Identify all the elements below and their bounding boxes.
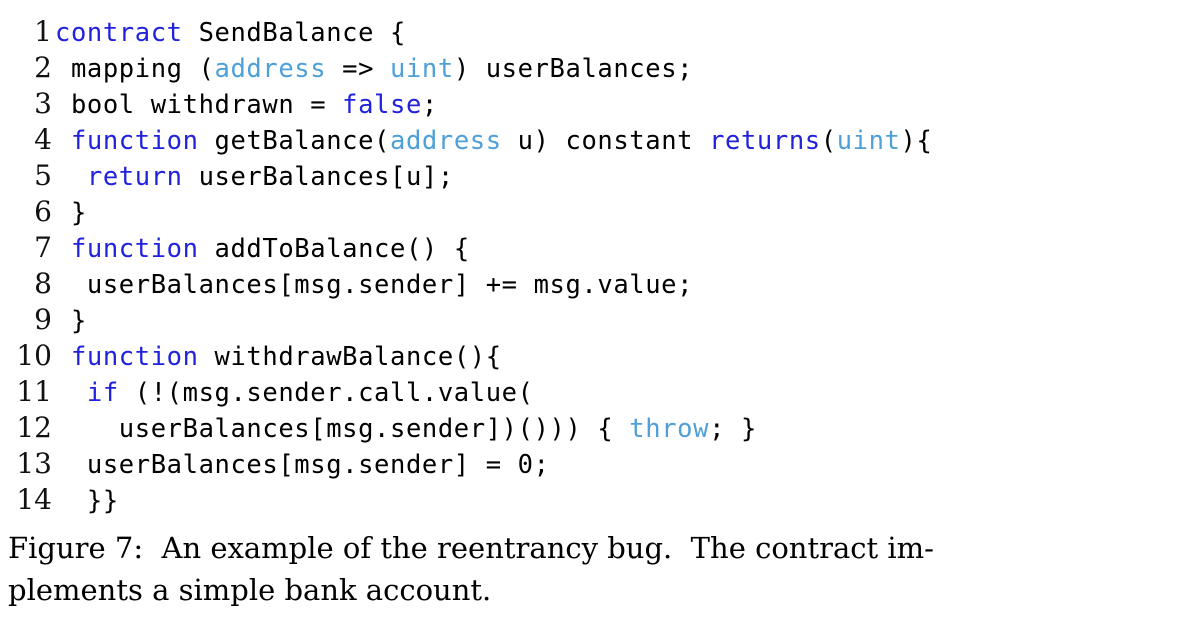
code-token-plain: ; (421, 90, 438, 120)
code-token-plain: userBalances[msg.sender] += msg.value; (55, 270, 694, 300)
code-line: 6 } (6, 194, 1183, 230)
code-token-plain: ( (820, 126, 837, 156)
code-token-kw: function (70, 342, 199, 372)
code-line: 2 mapping (address => uint) userBalances… (6, 50, 1183, 86)
code-token-plain: } (55, 198, 87, 228)
code-token-plain: } (55, 306, 87, 336)
code-text: mapping (address => uint) userBalances; (52, 51, 693, 87)
code-text: } (52, 195, 87, 231)
code-token-type: uint (836, 126, 901, 156)
line-number: 3 (34, 87, 52, 120)
code-token-plain: userBalances[msg.sender])())) { (55, 414, 630, 444)
code-line: 14 }} (6, 482, 1183, 518)
line-number: 7 (34, 231, 52, 264)
code-token-type: address (390, 126, 502, 156)
code-text: userBalances[msg.sender] = 0; (52, 447, 550, 483)
code-line: 4 function getBalance(address u) constan… (6, 122, 1183, 158)
code-token-kw: function (70, 234, 199, 264)
line-number: 13 (16, 447, 52, 480)
code-text: userBalances[msg.sender])())) { throw; } (52, 411, 757, 447)
code-line: 11 if (!(msg.sender.call.value( (6, 374, 1183, 410)
code-line: 9 } (6, 302, 1183, 338)
code-token-plain: }} (55, 486, 119, 516)
figure-container: 1 contract SendBalance {2 mapping (addres… (0, 0, 1183, 629)
code-text: contract SendBalance { (52, 15, 406, 51)
code-token-plain: mapping ( (55, 54, 215, 84)
code-line: 10 function withdrawBalance(){ (6, 338, 1183, 374)
code-token-plain: (!(msg.sender.call.value( (118, 378, 534, 408)
line-number: 6 (34, 195, 52, 228)
line-number: 5 (34, 159, 52, 192)
code-token-kw: if (86, 378, 119, 408)
code-token-plain: SendBalance { (182, 18, 406, 48)
code-text: function getBalance(address u) constant … (52, 123, 932, 159)
code-token-plain: getBalance( (198, 126, 391, 156)
code-token-plain: bool withdrawn = (55, 90, 343, 120)
code-text: } (52, 303, 87, 339)
caption-line: plements a simple bank account. (8, 573, 492, 607)
code-text: return userBalances[u]; (52, 159, 454, 195)
line-number: 8 (34, 267, 52, 300)
line-number: 4 (34, 123, 52, 156)
code-text: }} (52, 483, 119, 519)
code-line: 1 contract SendBalance { (6, 14, 1183, 50)
line-number: 9 (34, 303, 52, 336)
code-token-kw: function (70, 126, 199, 156)
code-token-type: address (214, 54, 327, 84)
code-token-plain: ) userBalances; (453, 54, 694, 84)
figure-caption: Figure 7: An example of the reentrancy b… (0, 527, 1160, 611)
caption-line: Figure 7: An example of the reentrancy b… (8, 531, 934, 565)
line-number: 11 (16, 375, 52, 408)
code-token-plain: => (326, 54, 391, 84)
code-text: function withdrawBalance(){ (52, 339, 502, 375)
code-line: 5 return userBalances[u]; (6, 158, 1183, 194)
code-token-plain: addToBalance() { (198, 234, 470, 264)
line-number: 10 (16, 339, 52, 372)
code-token-plain: userBalances[msg.sender] = 0; (55, 450, 550, 480)
code-text: if (!(msg.sender.call.value( (52, 375, 534, 411)
code-line: 13 userBalances[msg.sender] = 0; (6, 446, 1183, 482)
code-token-kw: contract (55, 18, 183, 48)
code-text: bool withdrawn = false; (52, 87, 438, 123)
code-line: 8 userBalances[msg.sender] += msg.value; (6, 266, 1183, 302)
line-number: 2 (34, 51, 52, 84)
line-number: 14 (16, 483, 52, 516)
code-line: 12 userBalances[msg.sender])())) { throw… (6, 410, 1183, 446)
code-token-kw: returns (709, 126, 821, 156)
code-token-kw: return (86, 162, 183, 192)
code-token-plain: ; } (709, 414, 757, 444)
code-text: function addToBalance() { (52, 231, 470, 267)
code-token-kw: false (342, 90, 422, 120)
code-token-type: uint (390, 54, 454, 84)
code-token-plain: userBalances[u]; (182, 162, 454, 192)
code-listing: 1 contract SendBalance {2 mapping (addres… (0, 14, 1183, 518)
code-line: 3 bool withdrawn = false; (6, 86, 1183, 122)
code-token-plain: ){ (900, 126, 933, 156)
code-token-plain: u) constant (501, 126, 710, 156)
code-text: userBalances[msg.sender] += msg.value; (52, 267, 693, 303)
code-line: 7 function addToBalance() { (6, 230, 1183, 266)
code-token-plain: withdrawBalance(){ (198, 342, 502, 372)
line-number: 12 (16, 411, 52, 444)
code-token-type: throw (629, 414, 710, 444)
line-number: 1 (34, 15, 52, 48)
